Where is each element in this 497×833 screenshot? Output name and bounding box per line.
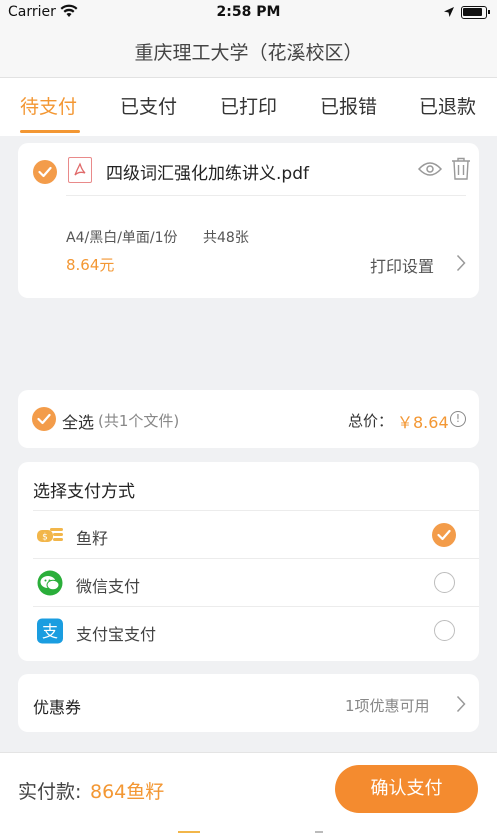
summary-card: 全选 (共1个文件) 总价： ￥8.64 !: [18, 390, 479, 448]
info-icon[interactable]: !: [450, 411, 466, 427]
total-price-value: ￥8.64: [397, 413, 449, 432]
payment-method-card: 选择支付方式 $ 鱼籽 微信支付 支 支付宝支付: [18, 462, 479, 661]
file-print-spec: A4/黑白/单面/1份: [66, 230, 178, 246]
unselected-radio[interactable]: [434, 572, 455, 593]
print-settings-link[interactable]: 打印设置: [370, 253, 434, 277]
payment-option-fishroe[interactable]: $ 鱼籽: [18, 511, 479, 559]
file-page-count: 共48张: [203, 230, 249, 246]
wechat-icon: [36, 570, 64, 600]
pdf-icon: [68, 157, 92, 183]
tab-error-reported[interactable]: 已报错: [320, 92, 377, 119]
preview-eye-icon[interactable]: [417, 161, 443, 181]
checkout-bar: 实付款: 864鱼籽 确认支付: [0, 752, 497, 833]
nav-bar: 重庆理工大学（花溪校区）: [0, 26, 497, 78]
battery-icon: [461, 6, 490, 19]
tab-refunded[interactable]: 已退款: [419, 92, 476, 119]
tab-paid[interactable]: 已支付: [120, 92, 177, 119]
delete-trash-icon[interactable]: [450, 157, 472, 185]
page-title: 重庆理工大学（花溪校区）: [134, 42, 363, 64]
alipay-icon: 支: [36, 618, 64, 648]
confirm-payment-button[interactable]: 确认支付: [335, 765, 478, 813]
divider: [66, 195, 466, 196]
select-all-checkbox[interactable]: [32, 407, 56, 431]
payment-label: 支付宝支付: [76, 625, 157, 644]
selected-radio[interactable]: [432, 523, 456, 547]
chevron-right-icon[interactable]: [456, 695, 466, 717]
order-tabs: 待支付 已支付 已打印 已报错 已退款: [0, 78, 497, 136]
svg-text:支: 支: [42, 622, 58, 641]
tab-pending-payment[interactable]: 待支付: [20, 92, 77, 119]
unselected-radio[interactable]: [434, 620, 455, 641]
status-bar: Carrier 2:58 PM: [0, 0, 497, 26]
file-price: 8.64元: [66, 256, 115, 274]
payment-method-header: 选择支付方式: [33, 482, 135, 502]
active-tab-indicator: [20, 130, 80, 133]
chevron-right-icon[interactable]: [456, 254, 466, 276]
file-checkbox[interactable]: [33, 160, 57, 184]
payment-option-wechat[interactable]: 微信支付: [18, 559, 479, 607]
select-all-label[interactable]: 全选: [62, 409, 94, 433]
status-time: 2:58 PM: [216, 4, 281, 20]
coupon-row[interactable]: 优惠券 1项优惠可用: [18, 674, 479, 732]
file-card: 四级词汇强化加练讲义.pdf A4/黑白/单面/1份 共48张 8.64元 打印…: [18, 143, 479, 298]
tab-printed[interactable]: 已打印: [220, 92, 277, 119]
payment-label: 鱼籽: [76, 529, 109, 548]
location-arrow-icon: [443, 6, 455, 22]
payment-option-alipay[interactable]: 支 支付宝支付: [18, 607, 479, 655]
svg-text:$: $: [42, 533, 48, 543]
total-price-label: 总价：: [348, 412, 394, 430]
file-name: 四级词汇强化加练讲义.pdf: [106, 164, 309, 184]
amount-due-value: 864鱼籽: [90, 781, 165, 803]
coins-icon: $: [36, 522, 64, 550]
coupon-label: 优惠券: [33, 698, 82, 717]
payment-label: 微信支付: [76, 577, 141, 596]
amount-due-label: 实付款:: [18, 781, 82, 803]
file-count: (共1个文件): [98, 412, 180, 430]
coupon-available-hint: 1项优惠可用: [345, 697, 430, 715]
